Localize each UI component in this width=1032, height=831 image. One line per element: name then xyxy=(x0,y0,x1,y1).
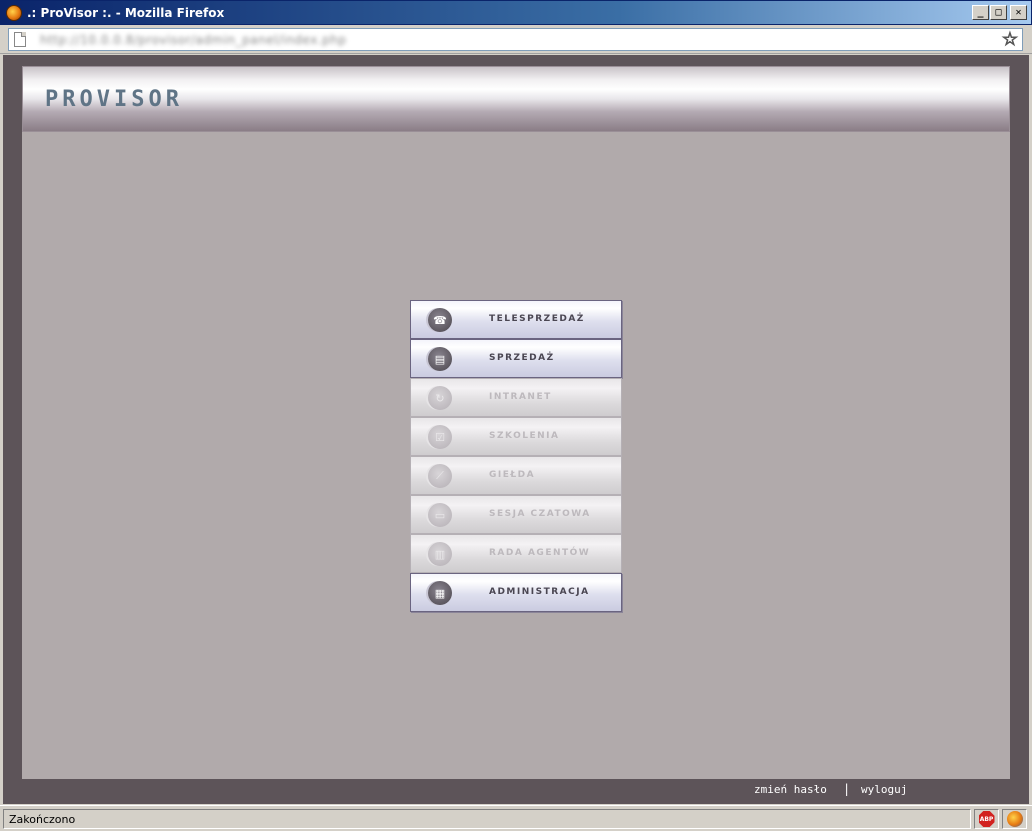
chat-icon: ▭ xyxy=(428,503,452,527)
menu-item-1[interactable]: ▤ SPRZEDAŻ xyxy=(410,339,622,378)
network-icon: ↻ xyxy=(428,386,452,410)
menu-item-3: ☑ SZKOLENIA xyxy=(410,417,622,456)
window-titlebar: .: ProVisor :. - Mozilla Firefox _ □ ✕ xyxy=(0,0,1032,25)
address-bar[interactable]: http://10.0.0.8/provisor/admin_panel/ind… xyxy=(8,28,1023,51)
firefox-icon xyxy=(6,4,22,21)
provisor-logo: PROVISOR xyxy=(45,87,183,112)
menu-item-label: SESJA CZATOWA xyxy=(489,509,591,519)
menu-item-7[interactable]: ▦ ADMINISTRACJA xyxy=(410,573,622,612)
adblock-status[interactable]: ABP xyxy=(974,809,999,829)
menu-item-2: ↻ INTRANET xyxy=(410,378,622,417)
page-header: PROVISOR xyxy=(22,66,1010,132)
adblock-icon: ABP xyxy=(978,811,995,827)
window-controls: _ □ ✕ xyxy=(972,5,1027,20)
menu-item-label: RADA AGENTÓW xyxy=(489,548,591,558)
chart-icon: ⟋ xyxy=(428,464,452,488)
main-area: ☎ TELESPRZEDAŻ ▤ SPRZEDAŻ ↻ INTRANET ☑ SZKOLENI… xyxy=(22,132,1010,779)
menu-item-label: GIEŁDA xyxy=(489,470,536,480)
main-menu: ☎ TELESPRZEDAŻ ▤ SPRZEDAŻ ↻ INTRANET ☑ SZKOLENI… xyxy=(410,300,622,612)
footer-separator: | xyxy=(843,782,851,796)
address-text[interactable]: http://10.0.0.8/provisor/admin_panel/ind… xyxy=(40,33,346,47)
training-icon: ☑ xyxy=(428,425,452,449)
footer-links: zmień hasło | wyloguj xyxy=(3,781,1029,804)
minimize-button[interactable]: _ xyxy=(972,5,989,20)
firefox-status-icon xyxy=(1006,811,1023,827)
menu-item-label: SZKOLENIA xyxy=(489,431,560,441)
menu-item-6: ▥ RADA AGENTÓW xyxy=(410,534,622,573)
menu-item-4: ⟋ GIEŁDA xyxy=(410,456,622,495)
cart-icon: ▤ xyxy=(428,347,452,371)
status-bar: Zakończono ABP xyxy=(0,805,1032,831)
bookmark-star-icon[interactable]: ☆ xyxy=(1001,29,1018,50)
maximize-button[interactable]: □ xyxy=(990,5,1007,20)
page-viewport: PROVISOR ☎ TELESPRZEDAŻ ▤ SPRZEDAŻ ↻ INTRANET… xyxy=(3,55,1029,804)
board-icon: ▥ xyxy=(428,542,452,566)
phone-icon: ☎ xyxy=(428,308,452,332)
status-text: Zakończono xyxy=(3,809,971,829)
menu-item-label: TELESPRZEDAŻ xyxy=(489,314,585,324)
admin-icon: ▦ xyxy=(428,581,452,605)
firefox-status[interactable] xyxy=(1002,809,1027,829)
menu-item-label: INTRANET xyxy=(489,392,552,402)
logout-link[interactable]: wyloguj xyxy=(861,783,907,796)
page-icon xyxy=(14,32,26,47)
menu-item-0[interactable]: ☎ TELESPRZEDAŻ xyxy=(410,300,622,339)
menu-item-label: SPRZEDAŻ xyxy=(489,353,555,363)
window-title: .: ProVisor :. - Mozilla Firefox xyxy=(27,5,225,20)
menu-item-label: ADMINISTRACJA xyxy=(489,587,590,597)
change-password-link[interactable]: zmień hasło xyxy=(754,783,827,796)
navigation-toolbar: http://10.0.0.8/provisor/admin_panel/ind… xyxy=(0,25,1032,54)
menu-item-5: ▭ SESJA CZATOWA xyxy=(410,495,622,534)
close-button[interactable]: ✕ xyxy=(1010,5,1027,20)
